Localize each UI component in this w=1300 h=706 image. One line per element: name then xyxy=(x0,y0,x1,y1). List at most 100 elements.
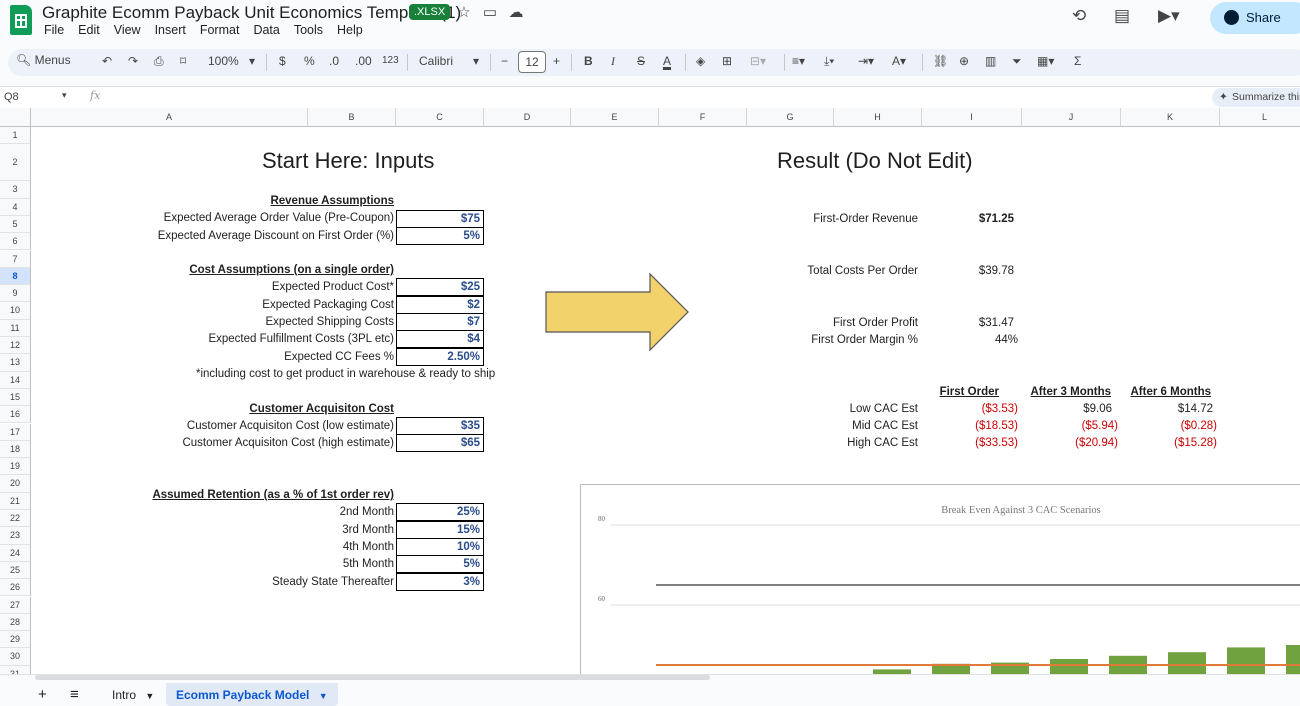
chevron-down-icon[interactable]: ▾ xyxy=(473,54,479,68)
move-folder-icon[interactable]: ▭ xyxy=(480,3,500,21)
menu-view[interactable]: View xyxy=(114,23,141,37)
vertical-align-icon[interactable]: ⤓▾ xyxy=(824,54,834,69)
row-header-18[interactable]: 18 xyxy=(0,440,31,459)
chevron-down-icon[interactable]: ▼ xyxy=(319,691,328,701)
row-header-27[interactable]: 27 xyxy=(0,596,31,614)
row-header-9[interactable]: 9 xyxy=(0,285,31,303)
summarize-button[interactable]: ✦ Summarize this xyxy=(1212,88,1300,107)
functions-icon[interactable]: Σ xyxy=(1074,54,1081,68)
menus-search[interactable]: 🔍︎ Menus xyxy=(16,53,71,67)
break-even-chart[interactable]: Break Even Against 3 CAC Scenarios 80 60 xyxy=(580,484,1300,674)
product-cost-input[interactable]: $25 xyxy=(396,278,484,296)
fill-color-icon[interactable]: ◈ xyxy=(696,54,705,68)
column-header-j[interactable]: J xyxy=(1022,108,1121,127)
chart-bar[interactable] xyxy=(1050,659,1088,674)
share-button[interactable]: Share xyxy=(1210,2,1300,34)
text-rotation-icon[interactable]: A▾ xyxy=(892,54,906,68)
merge-cells-icon[interactable]: ⊟▾ xyxy=(750,54,766,68)
chevron-down-icon[interactable]: ▼ xyxy=(145,691,154,701)
star-icon[interactable]: ☆ xyxy=(454,3,474,21)
font-select[interactable]: Calibri xyxy=(419,54,453,68)
retention-month4-input[interactable]: 10% xyxy=(396,538,484,556)
number-format-button[interactable]: 123 xyxy=(382,55,399,66)
row-header-2[interactable]: 2 xyxy=(0,144,31,182)
row-header-28[interactable]: 28 xyxy=(0,613,31,632)
row-header-7[interactable]: 7 xyxy=(0,250,31,268)
menu-file[interactable]: File xyxy=(44,23,64,37)
menu-data[interactable]: Data xyxy=(253,23,279,37)
chevron-down-icon[interactable]: ▾ xyxy=(62,90,67,101)
increase-font-size-icon[interactable]: + xyxy=(553,54,560,68)
row-header-1[interactable]: 1 xyxy=(0,127,31,145)
document-title[interactable]: Graphite Ecomm Payback Unit Economics Te… xyxy=(42,3,461,23)
horizontal-scrollbar[interactable] xyxy=(35,675,710,680)
cc-fees-input[interactable]: 2.50% xyxy=(396,348,484,366)
history-icon[interactable]: ⟲ xyxy=(1072,6,1086,26)
row-header-19[interactable]: 19 xyxy=(0,458,31,476)
aov-input[interactable]: $75 xyxy=(396,210,484,228)
chart-bar[interactable] xyxy=(1168,652,1206,674)
row-header-6[interactable]: 6 xyxy=(0,233,31,251)
paint-format-icon[interactable]: ⌑ xyxy=(180,54,186,68)
menu-insert[interactable]: Insert xyxy=(155,23,186,37)
sheet-grid[interactable]: ABCDEFGHIJKL 1 2 3 4 5 6 7 8 9 10 11 12 13 14 15 16 17 18… xyxy=(0,108,1300,674)
column-header-a[interactable]: A xyxy=(31,108,308,127)
retention-month3-input[interactable]: 15% xyxy=(396,521,484,539)
column-header-g[interactable]: G xyxy=(747,108,834,127)
row-header-31[interactable]: 31 xyxy=(0,665,31,674)
column-header-b[interactable]: B xyxy=(308,108,396,127)
cac-high-input[interactable]: $65 xyxy=(396,434,484,452)
row-header-3[interactable]: 3 xyxy=(0,181,31,199)
row-header-11[interactable]: 11 xyxy=(0,319,31,337)
row-header-29[interactable]: 29 xyxy=(0,631,31,649)
link-icon[interactable]: ⛓ xyxy=(933,54,948,68)
chevron-down-icon[interactable]: ▾ xyxy=(249,54,255,68)
row-header-17[interactable]: 17 xyxy=(0,423,31,441)
menu-help[interactable]: Help xyxy=(337,23,363,37)
row-header-22[interactable]: 22 xyxy=(0,510,31,528)
column-header-h[interactable]: H xyxy=(834,108,922,127)
undo-icon[interactable]: ↶ xyxy=(102,54,112,68)
text-color-button[interactable]: A xyxy=(663,54,671,68)
cac-low-input[interactable]: $35 xyxy=(396,417,484,435)
comments-icon[interactable]: ▤ xyxy=(1114,6,1130,26)
fulfillment-cost-input[interactable]: $4 xyxy=(396,330,484,348)
row-header-25[interactable]: 25 xyxy=(0,561,31,580)
filter-views-icon[interactable]: ▦▾ xyxy=(1037,54,1054,68)
chart-bar[interactable] xyxy=(1286,645,1300,674)
strikethrough-button[interactable]: S xyxy=(637,54,645,68)
menu-edit[interactable]: Edit xyxy=(78,23,100,37)
zoom-select[interactable]: 100% xyxy=(208,54,239,68)
print-icon[interactable]: ⎙ xyxy=(154,54,164,69)
row-header-23[interactable]: 23 xyxy=(0,527,31,545)
italic-button[interactable]: I xyxy=(611,54,615,69)
row-header-13[interactable]: 13 xyxy=(0,354,31,372)
row-header-21[interactable]: 21 xyxy=(0,492,31,510)
row-header-5[interactable]: 5 xyxy=(0,215,31,234)
menu-format[interactable]: Format xyxy=(200,23,240,37)
discount-input[interactable]: 5% xyxy=(396,227,484,245)
retention-month2-input[interactable]: 25% xyxy=(396,503,484,521)
row-header-20[interactable]: 20 xyxy=(0,475,31,493)
tab-intro[interactable]: Intro ▼ xyxy=(102,683,164,706)
sheets-logo-icon[interactable] xyxy=(10,5,32,35)
row-header-8[interactable]: 8 xyxy=(0,267,31,286)
all-sheets-button[interactable]: ≡ xyxy=(60,683,89,706)
row-header-12[interactable]: 12 xyxy=(0,337,31,355)
column-header-d[interactable]: D xyxy=(484,108,571,127)
column-header-e[interactable]: E xyxy=(571,108,659,127)
column-header-k[interactable]: K xyxy=(1121,108,1220,127)
increase-decimal-button[interactable]: .00 xyxy=(355,54,372,68)
row-header-30[interactable]: 30 xyxy=(0,648,31,666)
column-header-c[interactable]: C xyxy=(396,108,484,127)
row-header-15[interactable]: 15 xyxy=(0,388,31,407)
tab-ecomm-payback-model[interactable]: Ecomm Payback Model ▼ xyxy=(166,683,338,706)
add-sheet-button[interactable]: + xyxy=(28,683,57,706)
text-wrap-icon[interactable]: ⇥▾ xyxy=(858,54,874,68)
column-header-f[interactable]: F xyxy=(659,108,747,127)
font-size-input[interactable]: 12 xyxy=(518,51,546,73)
shipping-cost-input[interactable]: $7 xyxy=(396,313,484,331)
insert-chart-icon[interactable]: ▥ xyxy=(985,54,996,68)
retention-month5-input[interactable]: 5% xyxy=(396,555,484,573)
meet-icon[interactable]: ▶▾ xyxy=(1158,6,1180,26)
